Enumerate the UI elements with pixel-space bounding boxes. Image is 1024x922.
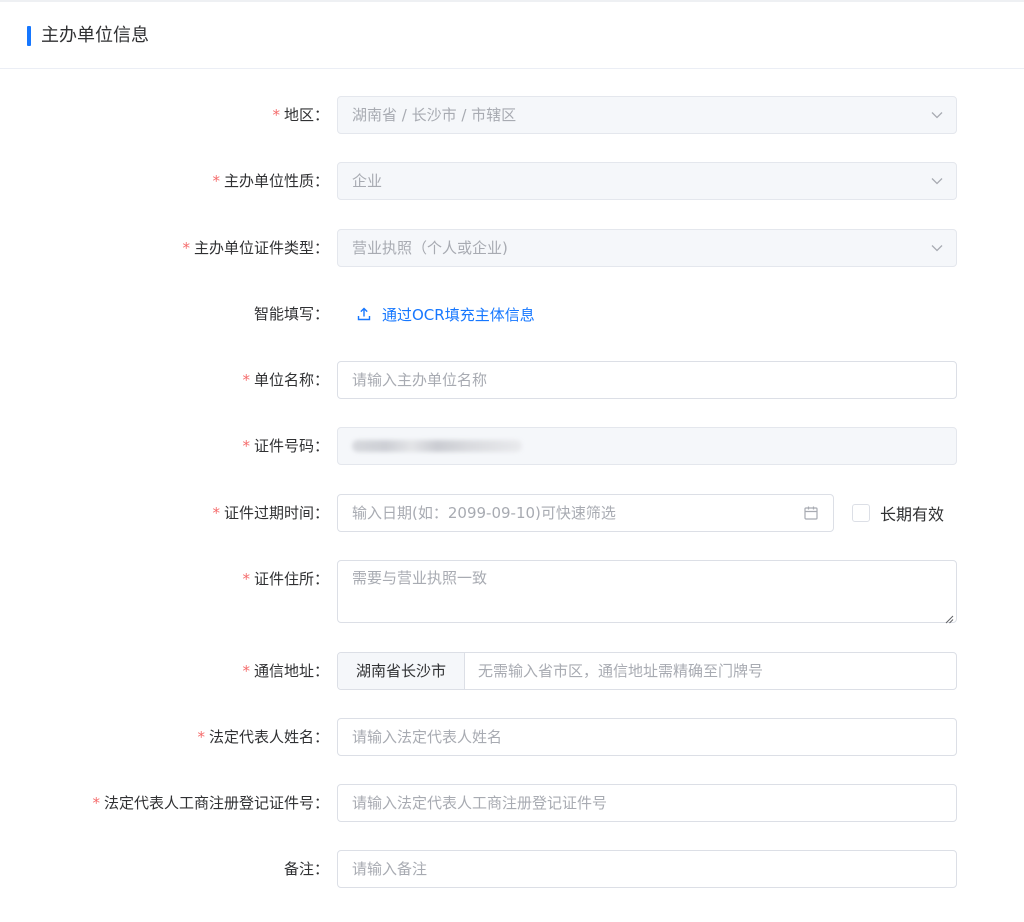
long-term-checkbox[interactable] — [852, 504, 870, 522]
region-label: * 地区： — [272, 106, 329, 124]
remark-placeholder: 请输入备注 — [352, 860, 428, 878]
nature-value: 企业 — [352, 172, 383, 190]
cert-address-textarea[interactable]: 需要与营业执照一致 — [337, 560, 957, 624]
section-header: 主办单位信息 — [0, 2, 1024, 69]
long-term-label: 长期有效 — [880, 505, 945, 524]
section-title: 主办单位信息 — [41, 25, 149, 46]
long-term-checkbox-group[interactable]: 长期有效 — [852, 494, 944, 532]
cert-expire-placeholder: 输入日期(如：2099-09-10)可快速筛选 — [352, 504, 616, 522]
mail-address-input-group: 湖南省长沙市 无需输入省市区，通信地址需精确至门牌号 — [337, 652, 957, 690]
mail-address-prefix: 湖南省长沙市 — [338, 653, 465, 689]
unit-name-placeholder: 请输入主办单位名称 — [352, 371, 488, 389]
required-mark: * — [197, 728, 205, 746]
section-accent-bar — [27, 26, 31, 46]
cert-type-value: 营业执照（个人或企业) — [352, 239, 508, 257]
mail-address-placeholder: 无需输入省市区，通信地址需精确至门牌号 — [478, 662, 764, 680]
cert-address-label: * 证件住所： — [242, 570, 329, 588]
legal-name-placeholder: 请输入法定代表人姓名 — [352, 728, 503, 746]
required-mark: * — [182, 239, 190, 257]
region-select[interactable]: 湖南省 / 长沙市 / 市辖区 — [337, 96, 957, 134]
mail-address-label: * 通信地址： — [242, 662, 329, 680]
remark-input[interactable]: 请输入备注 — [337, 850, 957, 888]
chevron-down-icon — [930, 241, 944, 255]
required-mark: * — [242, 662, 250, 680]
legal-name-input[interactable]: 请输入法定代表人姓名 — [337, 718, 957, 756]
cert-address-placeholder: 需要与营业执照一致 — [352, 569, 488, 587]
resize-handle-icon[interactable] — [944, 610, 954, 624]
legal-reg-no-placeholder: 请输入法定代表人工商注册登记证件号 — [352, 794, 608, 812]
region-value: 湖南省 / 长沙市 / 市辖区 — [352, 106, 517, 124]
chevron-down-icon — [930, 108, 944, 122]
nature-select[interactable]: 企业 — [337, 162, 957, 200]
cert-no-label: * 证件号码： — [242, 437, 329, 455]
legal-reg-no-input[interactable]: 请输入法定代表人工商注册登记证件号 — [337, 784, 957, 822]
required-mark: * — [242, 437, 250, 455]
ocr-fill-text: 通过OCR填充主体信息 — [382, 305, 535, 324]
redacted-value — [352, 440, 522, 452]
required-mark: * — [212, 172, 220, 190]
page: 主办单位信息 * 地区： 湖南省 / 长沙市 / 市辖区 * 主办单位性质： 企业 … — [0, 0, 1024, 922]
calendar-icon — [803, 505, 819, 521]
ocr-fill-link[interactable]: 通过OCR填充主体信息 — [356, 295, 535, 333]
required-mark: * — [272, 106, 280, 124]
nature-label: * 主办单位性质： — [212, 172, 329, 190]
cert-expire-label: * 证件过期时间： — [212, 504, 329, 522]
unit-name-input[interactable]: 请输入主办单位名称 — [337, 361, 957, 399]
cert-type-label: * 主办单位证件类型： — [182, 239, 329, 257]
remark-label: 备注： — [283, 860, 329, 878]
mail-address-input[interactable]: 无需输入省市区，通信地址需精确至门牌号 — [465, 653, 956, 689]
smart-fill-label: 智能填写： — [253, 305, 329, 323]
upload-icon — [356, 306, 372, 322]
required-mark: * — [242, 371, 250, 389]
required-mark: * — [212, 504, 220, 522]
cert-type-select[interactable]: 营业执照（个人或企业) — [337, 229, 957, 267]
cert-no-input[interactable] — [337, 427, 957, 465]
required-mark: * — [242, 570, 250, 588]
legal-reg-no-label: * 法定代表人工商注册登记证件号： — [92, 794, 329, 812]
required-mark: * — [92, 794, 100, 812]
cert-expire-date-input[interactable]: 输入日期(如：2099-09-10)可快速筛选 — [337, 494, 834, 532]
unit-name-label: * 单位名称： — [242, 371, 329, 389]
chevron-down-icon — [930, 174, 944, 188]
legal-name-label: * 法定代表人姓名： — [197, 728, 329, 746]
